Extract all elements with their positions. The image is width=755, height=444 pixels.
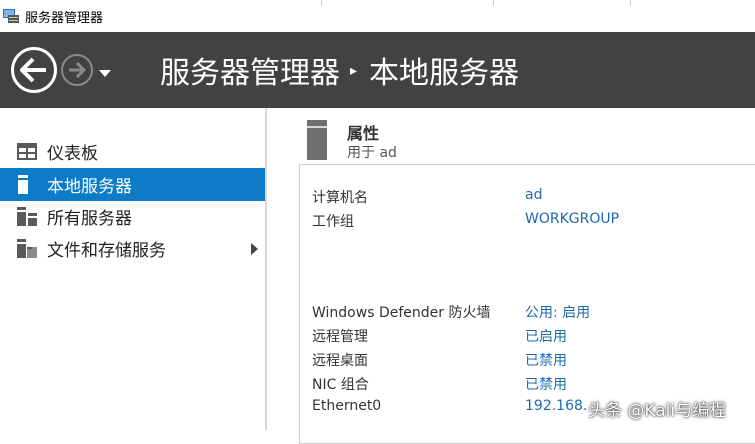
window-title: 服务器管理器 bbox=[25, 10, 104, 26]
sidebar-item-all-servers[interactable]: 所有服务器 bbox=[0, 200, 265, 233]
server-icon bbox=[18, 175, 38, 194]
chevron-right-icon[interactable] bbox=[251, 243, 258, 255]
sidebar-item-dashboard[interactable]: 仪表板 bbox=[0, 135, 265, 168]
window-titlebar: 服务器管理器 bbox=[0, 0, 755, 32]
back-button[interactable] bbox=[11, 47, 57, 93]
breadcrumb-separator-icon: ▸ bbox=[350, 63, 358, 79]
main-content: 属性 用于 ad 计算机名 ad 工作组 WORKGROUP Windows D… bbox=[269, 108, 755, 444]
sidebar-item-local-server[interactable]: 本地服务器 bbox=[0, 168, 265, 201]
header-bar: 服务器管理器 ▸ 本地服务器 bbox=[0, 32, 755, 108]
sidebar: 仪表板 本地服务器 所有服务器 文件和存储服务 bbox=[0, 108, 267, 430]
properties-server-icon bbox=[307, 120, 327, 160]
sidebar-item-label: 本地服务器 bbox=[47, 177, 132, 197]
property-label-remote-management: 远程管理 bbox=[312, 329, 368, 345]
property-value-ethernet0[interactable]: 192.168. bbox=[525, 398, 587, 414]
property-value-remote-management[interactable]: 已启用 bbox=[525, 326, 567, 346]
property-value-workgroup[interactable]: WORKGROUP bbox=[525, 211, 619, 227]
property-label-computer-name: 计算机名 bbox=[312, 190, 368, 206]
dashboard-icon bbox=[17, 143, 37, 161]
breadcrumb: 服务器管理器 ▸ 本地服务器 bbox=[160, 48, 519, 92]
property-label-workgroup: 工作组 bbox=[312, 214, 354, 230]
properties-subtitle: 用于 ad bbox=[347, 145, 397, 161]
titlebar-divider bbox=[321, 0, 322, 6]
forward-arrow-icon bbox=[69, 61, 87, 79]
sidebar-item-label: 所有服务器 bbox=[47, 209, 132, 229]
property-label-firewall: Windows Defender 防火墙 bbox=[312, 305, 491, 321]
titlebar-divider bbox=[493, 0, 494, 6]
sidebar-item-label: 仪表板 bbox=[47, 144, 98, 164]
forward-button[interactable] bbox=[61, 54, 93, 86]
titlebar-divider bbox=[630, 0, 631, 6]
property-value-firewall[interactable]: 公用: 启用 bbox=[525, 302, 590, 322]
sidebar-item-file-storage[interactable]: 文件和存储服务 bbox=[0, 232, 265, 265]
server-manager-app-icon bbox=[2, 8, 20, 24]
watermark: 头条 @Kali与编程 bbox=[588, 401, 727, 421]
property-label-remote-desktop: 远程桌面 bbox=[312, 353, 368, 369]
chevron-down-icon bbox=[99, 70, 111, 77]
properties-title: 属性 bbox=[347, 124, 380, 143]
property-value-computer-name[interactable]: ad bbox=[525, 187, 542, 203]
back-arrow-icon bbox=[20, 57, 46, 83]
storage-icon bbox=[17, 239, 37, 258]
breadcrumb-current: 本地服务器 bbox=[369, 56, 520, 91]
property-label-nic-teaming: NIC 组合 bbox=[312, 377, 369, 393]
property-value-nic-teaming[interactable]: 已禁用 bbox=[525, 374, 567, 394]
breadcrumb-root[interactable]: 服务器管理器 bbox=[160, 48, 340, 92]
property-label-ethernet0: Ethernet0 bbox=[312, 398, 382, 414]
property-value-remote-desktop[interactable]: 已禁用 bbox=[525, 350, 567, 370]
servers-icon bbox=[17, 207, 37, 226]
sidebar-item-label: 文件和存储服务 bbox=[47, 241, 166, 261]
history-dropdown-button[interactable] bbox=[98, 64, 112, 83]
